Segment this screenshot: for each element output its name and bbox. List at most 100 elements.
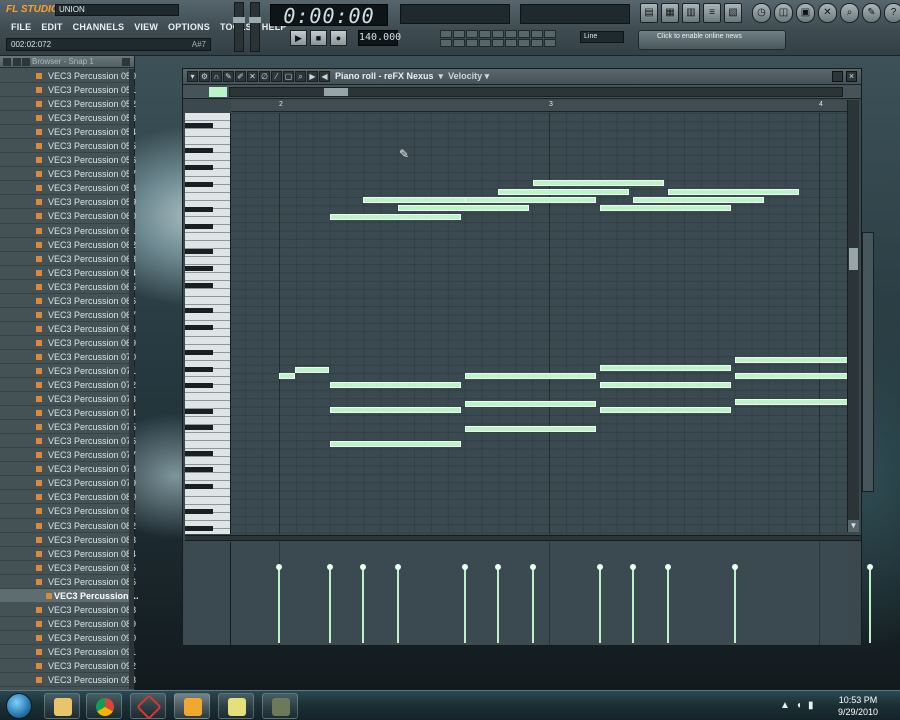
note-block[interactable] [465, 426, 597, 433]
event-editor-splitter[interactable] [185, 535, 861, 541]
browser-item[interactable]: VEC3 Percussion 090 [0, 631, 136, 645]
menu-view[interactable]: VIEW [129, 21, 163, 33]
browser-item[interactable]: VEC3 Percussion 066 [0, 294, 136, 308]
black-key[interactable] [185, 366, 213, 372]
velocity-bar[interactable] [664, 564, 671, 643]
note-block[interactable] [600, 365, 732, 371]
master-pitch-slider[interactable] [249, 2, 261, 52]
black-key[interactable] [185, 206, 213, 212]
note-block[interactable] [465, 197, 597, 203]
brush-icon[interactable]: ✐ [235, 71, 246, 82]
snap-mode-select[interactable]: Line [580, 31, 624, 43]
mixer-icon[interactable]: ≡ [703, 3, 721, 23]
close-icon[interactable]: × [846, 71, 857, 82]
taskbar-app6[interactable] [262, 693, 298, 719]
black-key[interactable] [185, 484, 213, 490]
browser-item[interactable]: VEC3 Percussion 081 [0, 504, 136, 519]
black-key[interactable] [185, 349, 213, 355]
browser-item[interactable]: VEC3 Percussion 067 [0, 308, 136, 322]
snap-indicator[interactable] [209, 87, 227, 97]
browser-item[interactable]: VEC3 Percussion 050 [0, 69, 136, 84]
browser-scrollbar[interactable] [129, 69, 134, 689]
browser-item[interactable]: VEC3 Percussion 056 [0, 153, 136, 168]
note-block[interactable] [600, 381, 732, 388]
browser-item[interactable]: VEC3 Percussion 065 [0, 280, 136, 294]
vertical-scrollbar[interactable]: ▼ [847, 100, 859, 532]
target-select[interactable]: ▾ Velocity ▾ [436, 71, 490, 81]
browser-item[interactable]: VEC3 Percussion 085 [0, 561, 136, 575]
playback-icon[interactable]: ▶ [307, 71, 318, 82]
select-icon[interactable]: ▢ [283, 71, 294, 82]
velocity-bar[interactable] [359, 564, 366, 643]
menu-options[interactable]: OPTIONS [163, 21, 215, 33]
browser-item[interactable]: VEC3 Percussion 051 [0, 83, 136, 98]
black-key[interactable] [185, 425, 213, 431]
taskbar-chrome[interactable] [86, 693, 122, 719]
browser-item[interactable]: VEC3 Percussion ... [0, 588, 139, 603]
vertical-scroll-thumb[interactable] [849, 248, 858, 270]
magnet-icon[interactable]: ∩ [211, 71, 222, 82]
browser-item[interactable]: VEC3 Percussion 053 [0, 111, 136, 126]
velocity-bar[interactable] [867, 564, 874, 643]
network-icon[interactable]: ▮ [808, 700, 814, 711]
delete-icon[interactable]: ✕ [247, 71, 258, 82]
black-key[interactable] [185, 122, 213, 128]
browser-item[interactable]: VEC3 Percussion 055 [0, 139, 136, 154]
velocity-bar[interactable] [276, 564, 282, 643]
black-key[interactable] [185, 148, 213, 154]
browser-item[interactable]: VEC3 Percussion 082 [0, 519, 136, 533]
step-sequencer-icon[interactable]: ▦ [661, 3, 679, 23]
note-block[interactable] [735, 398, 847, 405]
black-key[interactable] [185, 164, 213, 170]
browser-item[interactable]: VEC3 Percussion 064 [0, 266, 136, 280]
mute-icon[interactable]: ∅ [259, 71, 270, 82]
online-news-button[interactable]: Click to enable online news [638, 30, 786, 50]
stop-button[interactable]: ■ [310, 30, 327, 46]
master-volume-slider[interactable] [233, 2, 245, 52]
browser-item[interactable]: VEC3 Percussion 071 [0, 364, 136, 379]
black-key[interactable] [185, 265, 213, 271]
browser-item[interactable]: VEC3 Percussion 060 [0, 209, 136, 224]
start-button[interactable] [6, 693, 32, 719]
browser-item[interactable]: VEC3 Percussion 088 [0, 603, 136, 617]
black-key[interactable] [185, 450, 213, 456]
piano-roll-icon[interactable]: ▥ [682, 3, 700, 23]
browser-item[interactable]: VEC3 Percussion 075 [0, 420, 136, 435]
velocity-bar[interactable] [494, 564, 501, 643]
browser-item[interactable]: VEC3 Percussion 089 [0, 617, 136, 631]
velocity-bar[interactable] [529, 564, 536, 643]
maximize-icon[interactable] [832, 71, 843, 82]
velocity-bar[interactable] [732, 564, 739, 643]
black-key[interactable] [185, 248, 213, 254]
note-block[interactable] [532, 180, 664, 187]
note-block[interactable] [667, 188, 799, 195]
note-block[interactable] [295, 366, 330, 373]
browser-refresh-icon[interactable] [22, 58, 30, 66]
note-block[interactable] [397, 205, 529, 212]
velocity-bar[interactable] [462, 564, 469, 643]
piano-keyboard[interactable] [185, 113, 231, 534]
black-key[interactable] [185, 223, 213, 229]
note-block[interactable] [465, 401, 597, 408]
browser-item[interactable]: VEC3 Percussion 057 [0, 167, 136, 182]
menu-edit[interactable]: EDIT [36, 21, 67, 33]
help-icon[interactable]: ? [884, 3, 900, 23]
note-block[interactable] [497, 188, 629, 195]
note-block[interactable] [600, 407, 732, 413]
black-key[interactable] [185, 408, 213, 414]
song-title-field[interactable]: UNION [55, 4, 179, 16]
note-grid[interactable]: ✎ [231, 113, 847, 534]
browser-menu-icon[interactable] [3, 58, 11, 66]
note-block[interactable] [735, 356, 847, 363]
note-block[interactable] [279, 373, 295, 380]
tempo-display[interactable]: 140.000 [358, 30, 401, 46]
note-block[interactable] [465, 373, 597, 380]
browser-item[interactable]: VEC3 Percussion 072 [0, 378, 136, 393]
note-block[interactable] [330, 440, 462, 447]
settings-icon[interactable]: ✎ [862, 3, 881, 23]
taskbar-sticky-notes[interactable] [218, 693, 254, 719]
slice-icon[interactable]: ⁄ [271, 71, 282, 82]
black-key[interactable] [185, 324, 213, 330]
note-block[interactable] [735, 373, 847, 380]
browser-item[interactable]: VEC3 Percussion 080 [0, 490, 136, 505]
